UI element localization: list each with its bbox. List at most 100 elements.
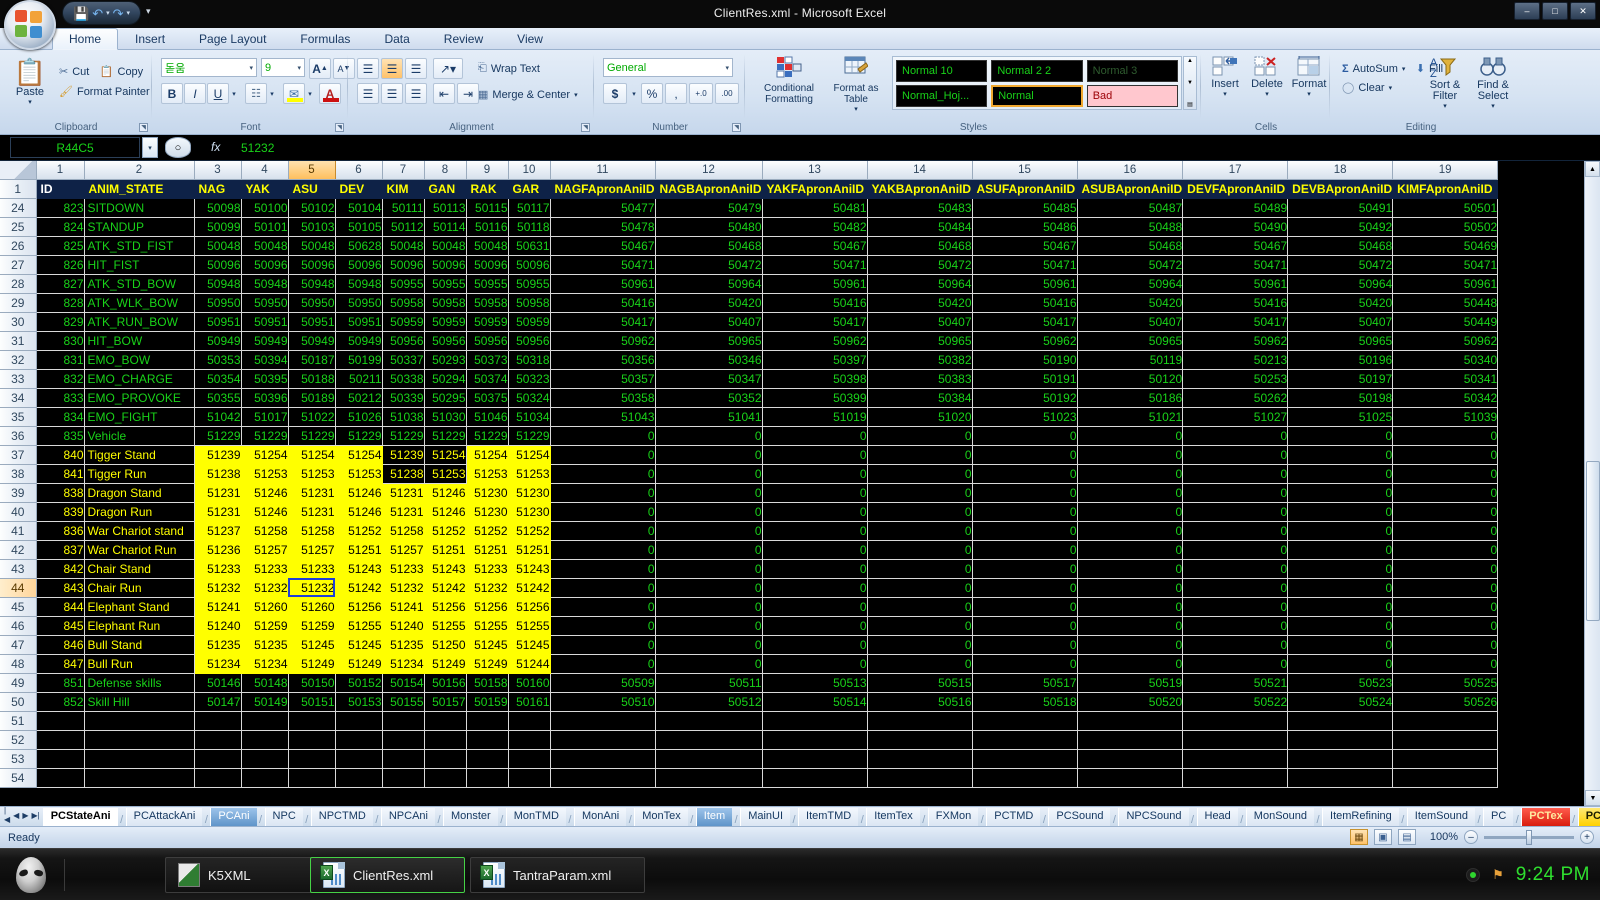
grid-cell[interactable]: 50375 [466, 388, 509, 408]
grid-cell[interactable] [241, 711, 289, 731]
grid-cell[interactable]: 51240 [194, 616, 242, 636]
grid-cell[interactable]: 50098 [194, 198, 242, 218]
grid-cell[interactable]: 0 [1077, 521, 1184, 541]
grid-cell[interactable]: 0 [762, 483, 868, 503]
grid-cell[interactable]: 50471 [1392, 255, 1499, 275]
grid-cell[interactable]: 50469 [1392, 236, 1499, 256]
grid-cell[interactable]: 50155 [382, 692, 425, 712]
grid-cell[interactable]: 50420 [1287, 293, 1394, 313]
grid-cell[interactable]: 50397 [762, 350, 868, 370]
grid-cell[interactable]: 50117 [508, 198, 551, 218]
grid-cell[interactable]: 51041 [655, 407, 763, 427]
grid-cell[interactable]: 0 [867, 635, 973, 655]
grid-cell[interactable]: 840 [36, 445, 85, 465]
grid-cell[interactable]: 0 [1392, 521, 1499, 541]
column-title-cell[interactable]: GAN [424, 179, 467, 199]
grid-cell[interactable]: 50962 [1182, 331, 1289, 351]
grid-cell[interactable]: 0 [655, 445, 763, 465]
grid-cell[interactable]: EMO_CHARGE [84, 369, 195, 389]
column-title-cell[interactable]: GAR [508, 179, 551, 199]
grid-cell[interactable]: 0 [1287, 464, 1394, 484]
grid-cell[interactable]: 50382 [867, 350, 973, 370]
grid-cell[interactable]: 0 [1392, 578, 1499, 598]
grid-cell[interactable] [194, 768, 242, 788]
name-box[interactable]: R44C5 [10, 137, 140, 158]
grid-cell[interactable]: 0 [655, 635, 763, 655]
grid-cell[interactable]: 51034 [508, 407, 551, 427]
paste-dropdown-icon[interactable]: ▾ [8, 98, 52, 106]
column-title-cell[interactable]: RAK [466, 179, 509, 199]
grid-cell[interactable] [1182, 768, 1289, 788]
grid-cell[interactable] [508, 730, 551, 750]
column-header-18[interactable]: 18 [1287, 161, 1394, 180]
grid-cell[interactable]: 50048 [424, 236, 467, 256]
grid-cell[interactable]: 0 [972, 616, 1078, 636]
grid-cell[interactable]: 51231 [194, 502, 242, 522]
grid-cell[interactable]: 51020 [867, 407, 973, 427]
grid-cell[interactable]: 50520 [1077, 692, 1184, 712]
sheet-tab-montex[interactable]: MonTex [634, 808, 688, 826]
grid-cell[interactable]: 51252 [335, 521, 383, 541]
grid-cell[interactable] [1077, 749, 1184, 769]
grid-cell[interactable]: 0 [655, 597, 763, 617]
row-header-25[interactable]: 25 [0, 217, 37, 237]
sort-filter-button[interactable]: A Z Sort & Filter ▾ [1423, 56, 1467, 110]
borders-dropdown-icon[interactable]: ▾ [267, 83, 277, 104]
grid-cell[interactable]: 51241 [194, 597, 242, 617]
grid-cell[interactable]: 50472 [655, 255, 763, 275]
grid-cell[interactable]: 50342 [1392, 388, 1499, 408]
column-header-13[interactable]: 13 [762, 161, 868, 180]
grid-cell[interactable]: 829 [36, 312, 85, 332]
grid-cell[interactable]: 50395 [241, 369, 289, 389]
grid-cell[interactable]: 0 [867, 483, 973, 503]
grid-cell[interactable]: 50472 [1287, 255, 1394, 275]
grid-cell[interactable]: 0 [1077, 540, 1184, 560]
grid-cell[interactable]: 0 [1077, 445, 1184, 465]
grid-cell[interactable]: 50323 [508, 369, 551, 389]
grid-cell[interactable] [424, 768, 467, 788]
fill-color-dropdown-icon[interactable]: ▾ [305, 83, 315, 104]
grid-cell[interactable]: 50961 [1392, 274, 1499, 294]
grid-cell[interactable]: 50468 [1287, 236, 1394, 256]
wrap-text-button[interactable]: ⎗ Wrap Text [475, 61, 543, 76]
grid-cell[interactable] [194, 730, 242, 750]
align-center-icon[interactable]: ☰ [381, 83, 403, 104]
grid-cell[interactable]: 50951 [335, 312, 383, 332]
copy-button[interactable]: 📋 Copy [97, 64, 146, 79]
grid-cell[interactable]: 50959 [466, 312, 509, 332]
column-title-cell[interactable]: NAGBApronAniID [655, 179, 763, 199]
grid-cell[interactable]: 0 [655, 426, 763, 446]
grid-cell[interactable]: 50955 [466, 274, 509, 294]
underline-dropdown-icon[interactable]: ▾ [229, 83, 239, 104]
grid-cell[interactable]: 50096 [241, 255, 289, 275]
grid-cell[interactable] [335, 768, 383, 788]
grid-cell[interactable]: 51027 [1182, 407, 1289, 427]
grid-cell[interactable]: 50198 [1287, 388, 1394, 408]
find-select-dropdown-icon[interactable]: ▾ [1491, 102, 1495, 110]
column-title-cell[interactable]: ASU [288, 179, 336, 199]
grid-cell[interactable]: 51256 [335, 597, 383, 617]
grid-cell[interactable]: 0 [550, 578, 656, 598]
grid-cell[interactable]: 51250 [424, 635, 467, 655]
grid-cell[interactable]: 50509 [550, 673, 656, 693]
grid-cell[interactable]: 50407 [1077, 312, 1184, 332]
grid-cell[interactable]: 51017 [241, 407, 289, 427]
alignment-dialog-launcher[interactable]: ◥ [581, 123, 590, 132]
grid-cell[interactable]: 51259 [241, 616, 289, 636]
grid-cell[interactable] [335, 711, 383, 731]
grid-cell[interactable]: 51043 [550, 407, 656, 427]
grid-cell[interactable]: 51243 [508, 559, 551, 579]
grid-cell[interactable]: 50512 [655, 692, 763, 712]
insert-dropdown-icon[interactable]: ▾ [1223, 90, 1227, 98]
grid-cell[interactable]: 50951 [194, 312, 242, 332]
grid-cell[interactable]: 50357 [550, 369, 656, 389]
grid-cell[interactable]: 0 [867, 502, 973, 522]
grid-cell[interactable]: 0 [550, 597, 656, 617]
column-title-cell[interactable]: NAGFApronAniID [550, 179, 656, 199]
grid-cell[interactable]: 50116 [466, 217, 509, 237]
grid-cell[interactable]: 51243 [335, 559, 383, 579]
grid-cell[interactable]: 51233 [194, 559, 242, 579]
sheet-tab-pcani[interactable]: PCAni [210, 808, 257, 826]
grid-cell[interactable]: 50478 [550, 217, 656, 237]
grid-cell[interactable]: 50096 [335, 255, 383, 275]
